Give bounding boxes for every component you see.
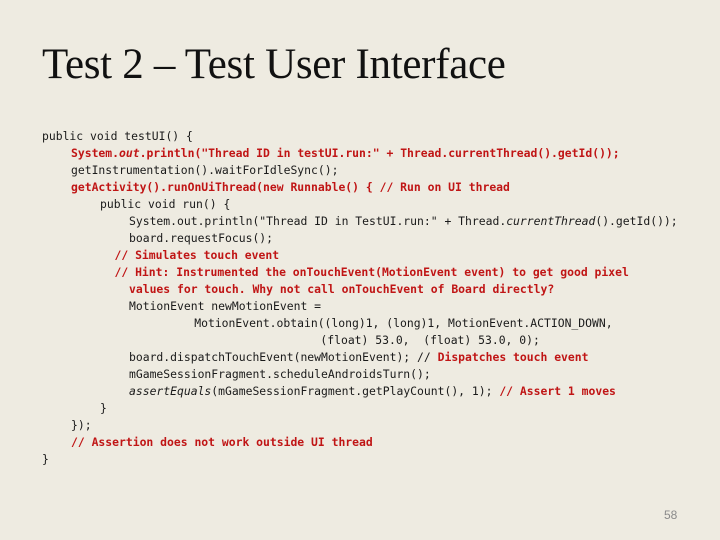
code-text: board.requestFocus(); [129,231,274,245]
code-highlight: Dispatches touch event [437,350,589,364]
code-line: System.out.println("Thread ID in TestUI.… [42,213,678,230]
code-highlight: // Simulates touch event [114,248,280,262]
code-line: board.requestFocus(); [42,230,678,247]
code-text: } [100,401,107,415]
code-line: // Simulates touch event [42,247,678,264]
code-highlight: .println("Thread ID in testUI.run:" + Th… [139,146,620,160]
code-highlight: // Hint: Instrumented the onTouchEvent(M… [114,265,629,279]
code-highlight: values for touch. Why not call onTouchEv… [129,282,555,296]
code-text: (float) 53.0, (float) 53.0, 0); [320,333,540,347]
code-line: System.out.println("Thread ID in testUI.… [42,145,678,162]
slide-title: Test 2 – Test User Interface [42,41,506,88]
code-line: MotionEvent newMotionEvent = [42,298,678,315]
code-line: public void testUI() { [42,128,678,145]
code-line: // Hint: Instrumented the onTouchEvent(M… [42,264,678,281]
code-line: // Assertion does not work outside UI th… [42,434,678,451]
code-highlight: out [119,146,140,160]
code-text: getInstrumentation().waitForIdleSync(); [71,163,339,177]
page-number: 58 [664,508,678,522]
code-text: (mGameSessionFragment.getPlayCount(), 1)… [211,384,500,398]
code-text: } [42,452,49,466]
code-line: public void run() { [42,196,678,213]
code-text: currentThread [506,214,596,228]
code-line: getActivity().runOnUiThread(new Runnable… [42,179,678,196]
code-text: }); [71,418,92,432]
code-line: mGameSessionFragment.scheduleAndroidsTur… [42,366,678,383]
code-line: }); [42,417,678,434]
code-line: getInstrumentation().waitForIdleSync(); [42,162,678,179]
code-block: public void testUI() { System.out.println… [42,128,678,468]
code-text: public void testUI() { [42,129,193,143]
code-highlight: System. [71,146,120,160]
code-line: values for touch. Why not call onTouchEv… [42,281,678,298]
code-line: (float) 53.0, (float) 53.0, 0); [42,332,678,349]
code-text: assertEquals [129,384,212,398]
code-text: MotionEvent newMotionEvent = [129,299,322,313]
code-line: } [42,451,678,468]
code-text: MotionEvent.obtain((long)1, (long)1, Mot… [194,316,613,330]
code-text: System.out.println("Thread ID in TestUI.… [129,214,507,228]
code-line: MotionEvent.obtain((long)1, (long)1, Mot… [42,315,678,332]
code-text: board.dispatchTouchEvent(newMotionEvent)… [129,350,438,364]
code-line: assertEquals(mGameSessionFragment.getPla… [42,383,678,400]
code-highlight: // Assertion does not work outside UI th… [71,435,373,449]
code-text: public void run() { [100,197,231,211]
code-highlight: // Assert 1 moves [499,384,616,398]
code-text: ().getId()); [595,214,678,228]
code-text: mGameSessionFragment.scheduleAndroidsTur… [129,367,431,381]
code-line: board.dispatchTouchEvent(newMotionEvent)… [42,349,678,366]
code-line: } [42,400,678,417]
code-highlight: getActivity().runOnUiThread(new Runnable… [71,180,510,194]
